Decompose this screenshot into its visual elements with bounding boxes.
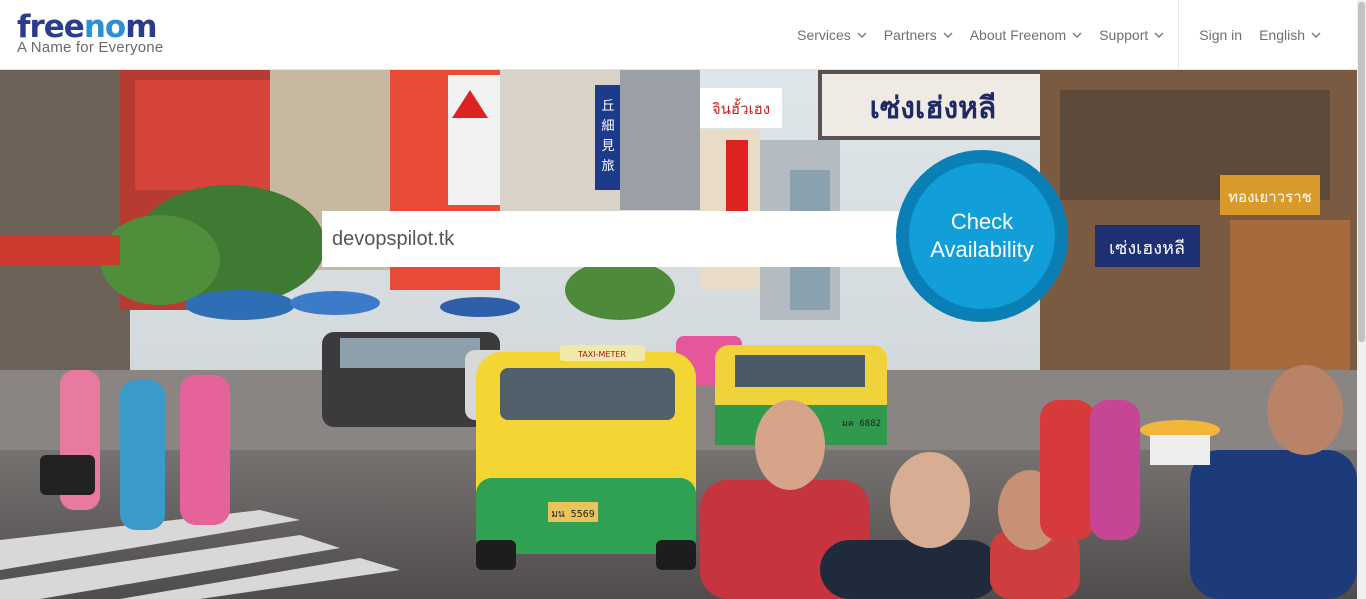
plate-1: มน 5569: [551, 509, 595, 520]
sign-in-label: Sign in: [1199, 26, 1243, 43]
logo-tagline: A Name for Everyone: [17, 39, 164, 56]
check-availability-inner: Check Availability: [909, 163, 1055, 309]
chinese-sign-3: 見: [601, 139, 614, 154]
chevron-down-icon: [943, 32, 953, 38]
chevron-down-icon: [1072, 32, 1082, 38]
gold-shop-sign: ทองเยาวราช: [1228, 188, 1312, 206]
nav-partners[interactable]: Partners: [884, 27, 953, 43]
thai-sign-red: จินฮั้วเฮง: [712, 98, 770, 118]
nav-partners-label: Partners: [883, 26, 937, 43]
hero-street-photo: 丘 細 見 旅 จินฮั้วเฮง เซ่งเฮ่งหลี เซ่งเฮงหล…: [0, 70, 1357, 599]
nav-support[interactable]: Support: [1099, 27, 1164, 43]
chevron-down-icon: [857, 32, 867, 38]
nav-services-label: Services: [797, 26, 851, 43]
freenom-logo[interactable]: freenom A Name for Everyone: [17, 10, 163, 56]
nav-support-label: Support: [1099, 26, 1149, 43]
domain-search-box: [322, 211, 912, 267]
thai-big-sign: เซ่งเฮ่งหลี: [870, 91, 997, 126]
chinese-sign-4: 旅: [601, 159, 614, 174]
chinese-sign-1: 丘: [601, 99, 614, 114]
language-label: English: [1259, 26, 1305, 43]
main-nav: Services Partners About Freenom Support …: [780, 0, 1321, 69]
nav-about[interactable]: About Freenom: [970, 27, 1083, 43]
plate-2: มค 6882: [842, 419, 881, 429]
taxi-meter-sign: TAXI-METER: [577, 350, 626, 359]
language-selector[interactable]: English: [1259, 27, 1321, 43]
chevron-down-icon: [1311, 32, 1321, 38]
street-scene: 丘 細 見 旅 จินฮั้วเฮง เซ่งเฮ่งหลี เซ่งเฮงหล…: [0, 70, 1357, 599]
sign-in-link[interactable]: Sign in: [1199, 27, 1242, 43]
check-label-line1: Check: [950, 209, 1014, 234]
domain-search-input[interactable]: [322, 211, 897, 267]
chevron-down-icon: [1154, 32, 1164, 38]
check-label-line2: Availability: [930, 237, 1034, 262]
site-header: freenom A Name for Everyone Services Par…: [0, 0, 1357, 70]
thai-shop-sign: เซ่งเฮงหลี: [1109, 238, 1185, 259]
scrollbar-thumb[interactable]: [1358, 2, 1365, 342]
check-availability-button[interactable]: Check Availability: [896, 150, 1068, 322]
nav-divider: [1178, 0, 1180, 69]
nav-about-label: About Freenom: [969, 26, 1067, 43]
page-scrollbar[interactable]: [1357, 0, 1366, 599]
chinese-sign-2: 細: [601, 119, 614, 134]
nav-services[interactable]: Services: [797, 27, 867, 43]
